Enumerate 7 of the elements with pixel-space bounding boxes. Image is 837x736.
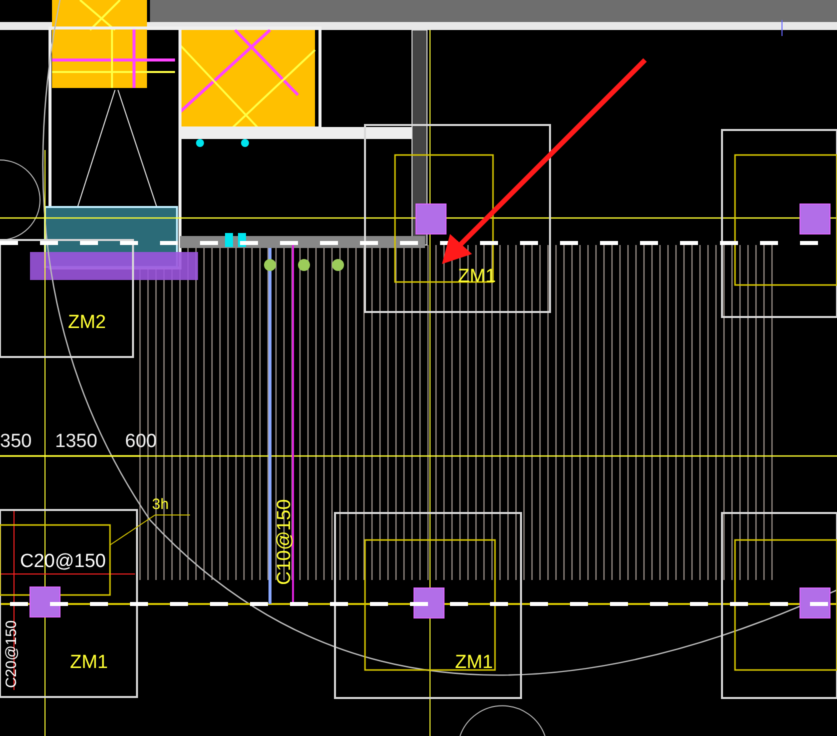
rebar-label: C20@150 <box>3 620 20 688</box>
footing-label: ZM2 <box>68 312 106 333</box>
footing-label: ZM1 <box>455 652 493 673</box>
dimension-text: 350 <box>0 431 32 452</box>
dimension-text: 1350 <box>55 431 98 452</box>
rebar-label: C10@150 <box>274 499 295 585</box>
footing-label: ZM1 <box>70 652 108 673</box>
